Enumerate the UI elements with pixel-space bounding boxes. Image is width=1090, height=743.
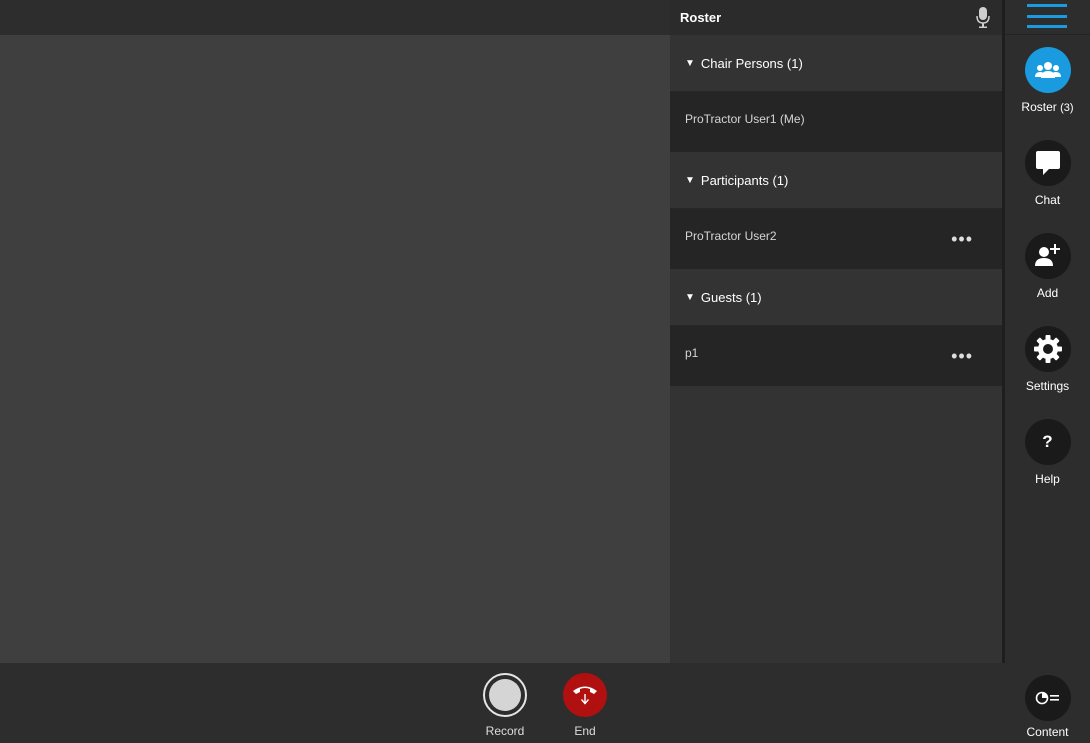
end-label: End bbox=[574, 724, 596, 738]
gear-icon bbox=[1024, 326, 1071, 372]
record-icon bbox=[483, 673, 527, 717]
conference-app: Roster ▼ Chair Persons (1) ProTractor Us… bbox=[0, 0, 1090, 743]
roster-count: (3) bbox=[1060, 102, 1074, 114]
hang-up-icon bbox=[563, 673, 607, 717]
sidebar-item-label: Settings bbox=[1025, 379, 1070, 393]
caret-down-icon: ▼ bbox=[685, 174, 695, 186]
content-button[interactable]: Content bbox=[1005, 675, 1090, 739]
content-share-icon bbox=[1024, 675, 1071, 721]
question-icon: ? bbox=[1024, 419, 1071, 465]
microphone-icon[interactable] bbox=[974, 6, 992, 30]
sidebar-item-label: Chat bbox=[1034, 193, 1061, 207]
sidebar-item-settings[interactable]: Settings bbox=[1005, 326, 1090, 393]
group-label: Chair Persons (1) bbox=[700, 55, 803, 71]
group-header-chair-persons[interactable]: ▼ Chair Persons (1) bbox=[670, 35, 1002, 92]
more-options-icon[interactable]: ••• bbox=[951, 230, 973, 248]
roster-header: Roster bbox=[670, 0, 1002, 35]
member-name: p1 bbox=[685, 346, 699, 360]
chat-bubble-icon bbox=[1024, 140, 1071, 186]
group-header-participants[interactable]: ▼ Participants (1) bbox=[670, 152, 1002, 209]
caret-down-icon: ▼ bbox=[685, 291, 695, 303]
group-label: Participants (1) bbox=[700, 172, 789, 188]
sidebar-item-chat[interactable]: Chat bbox=[1005, 140, 1090, 207]
roster-member[interactable]: ProTractor User2 ••• bbox=[670, 209, 1002, 269]
member-name: ProTractor User2 bbox=[685, 229, 777, 243]
hamburger-icon[interactable] bbox=[1027, 4, 1067, 28]
bottom-control-bar: Record End bbox=[0, 663, 1005, 743]
roster-member[interactable]: p1 ••• bbox=[670, 326, 1002, 386]
right-sidebar: Roster (3) Chat Add Settings ? Help Cont… bbox=[1005, 0, 1090, 743]
sidebar-item-label: Roster (3) bbox=[1021, 100, 1074, 114]
sidebar-item-label: Help bbox=[1035, 472, 1060, 486]
sidebar-item-label: Add bbox=[1036, 286, 1059, 300]
end-call-button[interactable]: End bbox=[555, 673, 615, 738]
sidebar-item-roster[interactable]: Roster (3) bbox=[1005, 47, 1090, 114]
content-label: Content bbox=[1026, 725, 1069, 739]
roster-title: Roster bbox=[680, 10, 722, 25]
record-button[interactable]: Record bbox=[475, 673, 535, 738]
sidebar-item-help[interactable]: ? Help bbox=[1005, 419, 1090, 486]
more-options-icon[interactable]: ••• bbox=[951, 347, 973, 365]
add-user-icon bbox=[1024, 233, 1071, 279]
member-name: ProTractor User1 (Me) bbox=[685, 112, 805, 126]
sidebar-item-add[interactable]: Add bbox=[1005, 233, 1090, 300]
caret-down-icon: ▼ bbox=[685, 57, 695, 69]
video-top-bar bbox=[0, 0, 670, 35]
group-label: Guests (1) bbox=[700, 289, 762, 305]
sidebar-divider bbox=[1005, 34, 1090, 35]
record-label: Record bbox=[485, 724, 525, 738]
video-area[interactable] bbox=[0, 35, 670, 663]
group-header-guests[interactable]: ▼ Guests (1) bbox=[670, 269, 1002, 326]
people-icon bbox=[1024, 47, 1071, 93]
roster-panel: Roster ▼ Chair Persons (1) ProTractor Us… bbox=[670, 0, 1002, 663]
roster-member[interactable]: ProTractor User1 (Me) bbox=[670, 92, 1002, 152]
